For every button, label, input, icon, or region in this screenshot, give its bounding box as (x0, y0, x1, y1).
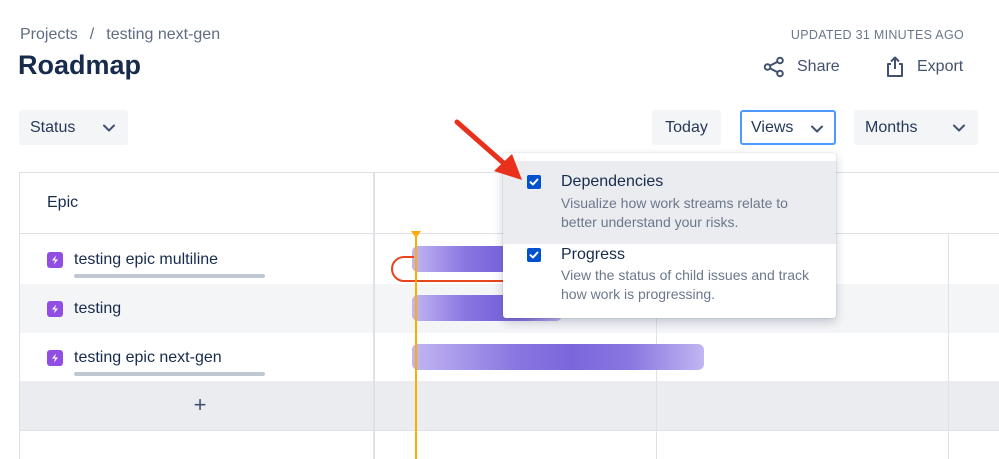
menu-item-progress[interactable]: Progress View the status of child issues… (503, 236, 836, 318)
month-divider (948, 234, 949, 459)
epic-progress-bar (74, 274, 265, 278)
share-label: Share (797, 58, 840, 75)
menu-item-title: Progress (561, 246, 626, 263)
chevron-down-icon (811, 125, 823, 133)
export-icon (887, 56, 903, 77)
status-filter-label: Status (30, 118, 76, 136)
add-epic-row: + (20, 381, 999, 431)
menu-item-dependencies[interactable]: Dependencies Visualize how work streams … (503, 161, 836, 244)
checkmark-icon (529, 251, 539, 259)
menu-item-description: View the status of child issues and trac… (561, 267, 809, 302)
epic-cell[interactable]: testing (20, 284, 373, 333)
views-label: Views (751, 118, 794, 136)
export-button[interactable]: Export (885, 53, 963, 81)
epic-name: testing epic next-gen (74, 348, 222, 366)
breadcrumb: Projects / testing next-gen (20, 26, 220, 44)
epic-icon (47, 349, 63, 366)
epic-icon (47, 251, 63, 268)
today-line (415, 236, 417, 459)
checkmark-icon (529, 178, 539, 186)
epic-column-label: Epic (47, 194, 79, 211)
epic-icon (47, 300, 63, 317)
months-label: Months (865, 118, 918, 136)
progress-checkbox[interactable] (527, 248, 541, 262)
status-filter-button[interactable]: Status (19, 110, 128, 145)
epic-progress-bar (74, 372, 265, 376)
views-menu: Dependencies Visualize how work streams … (503, 153, 836, 318)
months-dropdown-button[interactable]: Months (854, 110, 978, 145)
page-title: Roadmap (18, 50, 142, 80)
epic-name: testing epic multiline (74, 250, 219, 268)
today-label: Today (665, 118, 708, 136)
today-button[interactable]: Today (652, 110, 721, 145)
chevron-down-icon (953, 124, 965, 132)
chevron-down-icon (103, 124, 115, 132)
column-divider[interactable] (373, 173, 375, 459)
share-button[interactable]: Share (763, 53, 840, 81)
add-epic-button[interactable]: + (188, 392, 212, 417)
epic-column-header: Epic (20, 173, 373, 234)
views-dropdown-button[interactable]: Views (740, 110, 836, 145)
updated-timestamp: UPDATED 31 MINUTES AGO (790, 28, 964, 42)
breadcrumb-project-link[interactable]: testing next-gen (106, 26, 220, 44)
menu-item-description: Visualize how work streams relate to bet… (561, 195, 788, 230)
epic-name: testing (74, 299, 122, 317)
menu-item-title: Dependencies (561, 173, 664, 190)
export-label: Export (917, 58, 964, 75)
annotation-arrow-icon (454, 119, 522, 180)
breadcrumb-projects-link[interactable]: Projects (20, 26, 78, 44)
roadmap-bar[interactable] (412, 344, 704, 370)
share-icon (763, 56, 784, 78)
breadcrumb-separator: / (89, 26, 95, 43)
